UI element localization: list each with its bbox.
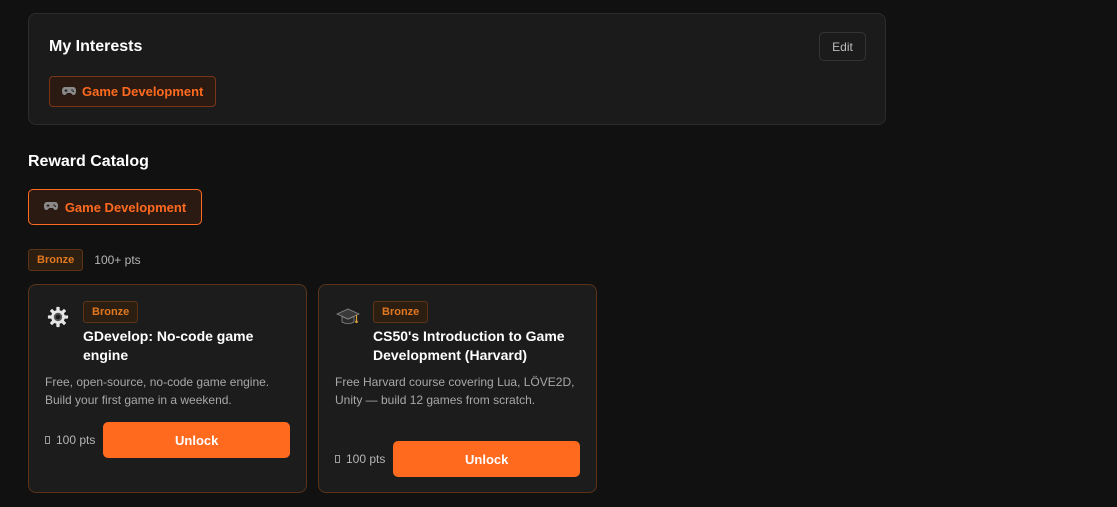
- tier-badge: Bronze: [28, 249, 84, 271]
- tier-header: Bronze 100+ pts: [28, 249, 141, 271]
- gear-icon: [46, 305, 70, 329]
- page: My Interests Edit Game Development Rewar…: [0, 0, 1117, 507]
- reward-title: CS50's Introduction to Game Development …: [373, 328, 565, 363]
- catalog-title: Reward Catalog: [28, 153, 149, 170]
- interest-chip-game-development[interactable]: Game Development: [49, 76, 217, 107]
- graduation-cap-icon: [336, 305, 360, 329]
- interest-chip-label: Game Development: [82, 84, 204, 99]
- gamepad-icon: [62, 86, 76, 98]
- interests-title: My Interests: [49, 38, 143, 55]
- reward-description: Free, open-source, no-code game engine. …: [45, 375, 270, 407]
- filter-chip-label: Game Development: [64, 199, 187, 215]
- reward-description: Free Harvard course covering Lua, LÖVE2D…: [335, 375, 575, 407]
- reward-cost: 100 pts: [335, 452, 385, 466]
- points-icon: [45, 436, 50, 444]
- reward-title: GDevelop: No-code game engine: [83, 328, 254, 363]
- gamepad-icon: [43, 201, 58, 213]
- edit-interests-button[interactable]: Edit: [819, 32, 866, 61]
- tier-points: 100+ pts: [94, 253, 141, 267]
- interests-card: My Interests Edit Game Development: [28, 13, 886, 125]
- unlock-button[interactable]: Unlock: [103, 422, 290, 458]
- reward-tier-badge: Bronze: [83, 301, 139, 323]
- reward-card: Bronze CS50's Introduction to Game Devel…: [318, 284, 597, 493]
- category-filter-game-development[interactable]: Game Development: [28, 189, 202, 225]
- unlock-button[interactable]: Unlock: [393, 441, 580, 477]
- reward-footer: 100 pts Unlock: [335, 441, 580, 477]
- reward-cost: 100 pts: [45, 433, 95, 447]
- reward-tier-badge: Bronze: [373, 301, 429, 323]
- points-icon: [335, 455, 340, 463]
- reward-points: 100 pts: [56, 433, 96, 447]
- reward-footer: 100 pts Unlock: [45, 422, 290, 458]
- reward-points: 100 pts: [346, 452, 386, 466]
- reward-card: Bronze GDevelop: No-code game engine Fre…: [28, 284, 307, 493]
